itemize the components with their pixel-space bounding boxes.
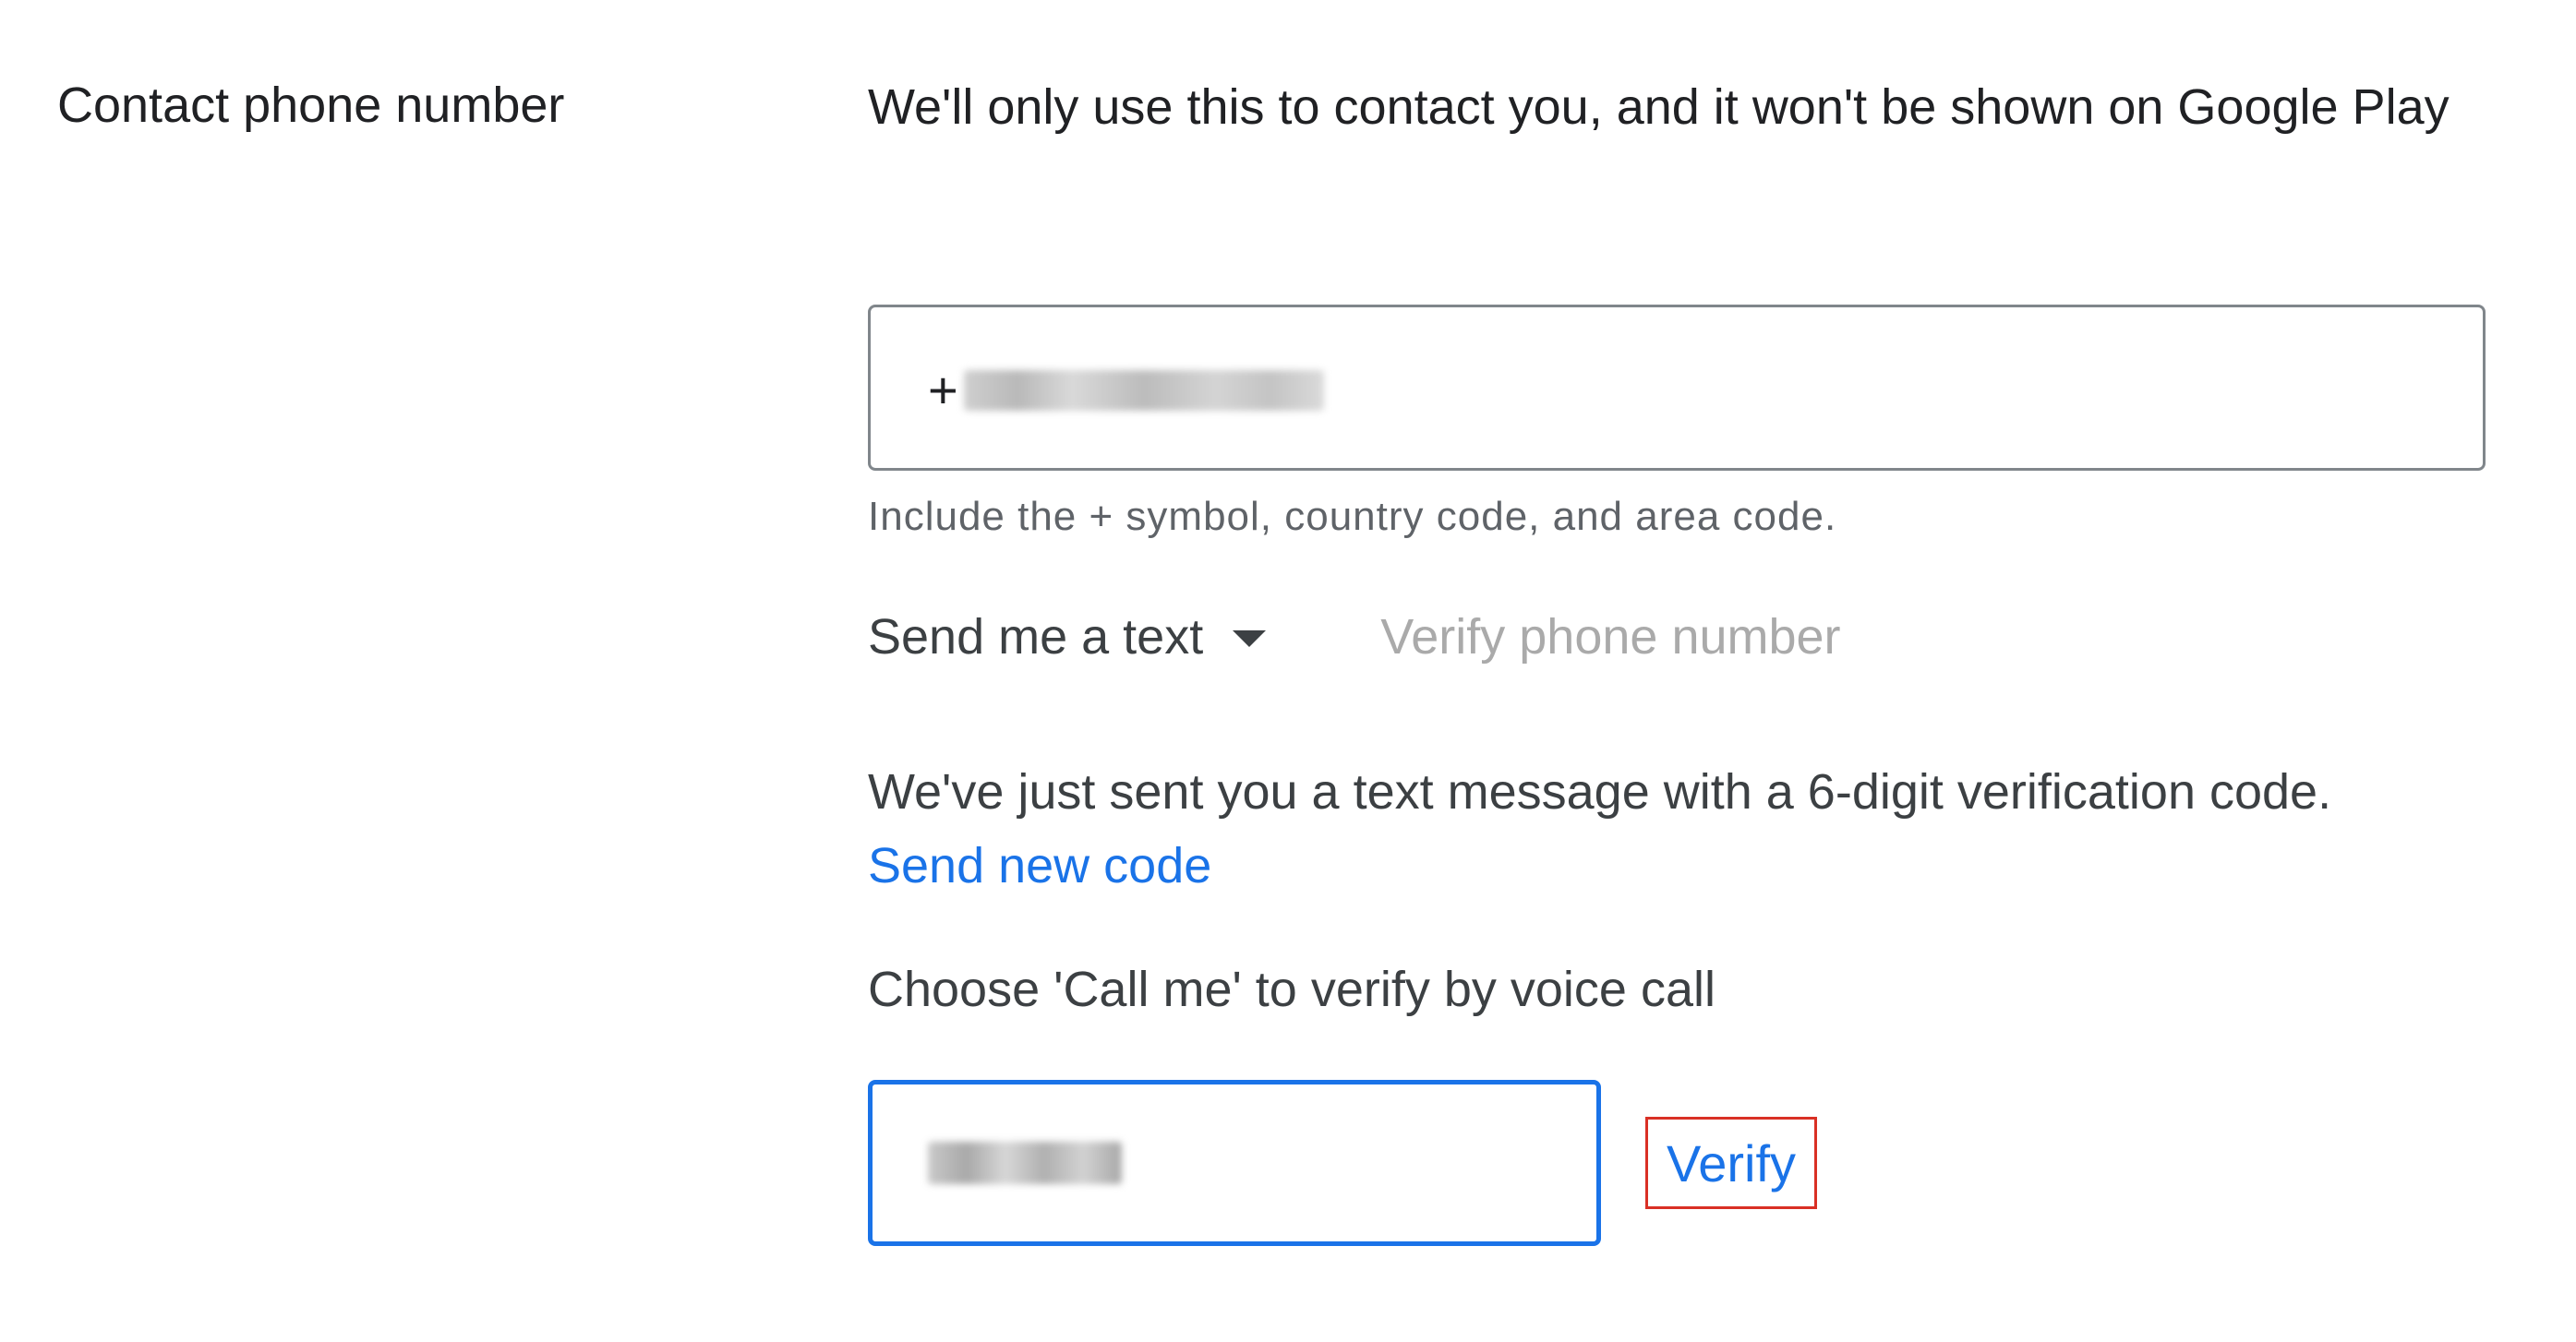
phone-prefix: +	[928, 361, 958, 419]
verification-method-row: Send me a text Verify phone number	[868, 600, 1841, 674]
code-sent-message: We've just sent you a text message with …	[868, 764, 2332, 820]
call-me-hint: Choose 'Call me' to verify by voice call	[868, 962, 1715, 1017]
verify-button-highlight: Verify	[1645, 1117, 1818, 1209]
verify-button[interactable]: Verify	[1667, 1133, 1796, 1193]
send-new-code-link[interactable]: Send new code	[868, 829, 1211, 903]
contact-phone-section: Contact phone number We'll only use this…	[0, 0, 2576, 1342]
verification-code-row: Verify	[868, 1080, 1818, 1246]
phone-number-input[interactable]: +	[868, 305, 2486, 471]
verification-method-label: Send me a text	[868, 609, 1204, 665]
verify-phone-number-button[interactable]: Verify phone number	[1380, 608, 1840, 665]
phone-settings-column: We'll only use this to contact you, and …	[868, 0, 2530, 1342]
verification-code-value	[928, 1142, 1122, 1184]
redacted-phone-digits	[963, 370, 1324, 411]
verification-code-input[interactable]	[868, 1080, 1601, 1246]
section-description: We'll only use this to contact you, and …	[868, 79, 2450, 135]
phone-number-value: +	[928, 353, 1324, 427]
verification-method-dropdown[interactable]: Send me a text	[868, 608, 1267, 665]
section-label: Contact phone number	[57, 78, 565, 133]
redacted-code-digits	[928, 1142, 1122, 1184]
caret-down-icon	[1233, 630, 1267, 647]
phone-helper-text: Include the + symbol, country code, and …	[868, 494, 1837, 539]
